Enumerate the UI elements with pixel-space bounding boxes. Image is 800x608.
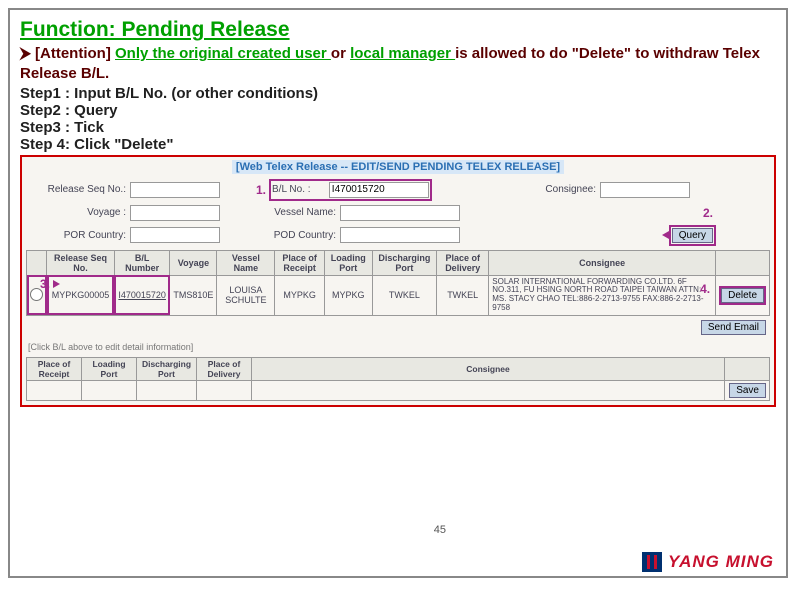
brand-text: YANG MING (668, 552, 774, 572)
link-local-manager: local manager (350, 45, 455, 62)
link-original-user: Only the original created user (115, 45, 331, 62)
cell-load: MYPKG (324, 275, 372, 315)
delete-button[interactable]: Delete (721, 288, 764, 303)
page-title: Function: Pending Release (10, 10, 786, 44)
vessel-input[interactable] (340, 205, 460, 221)
cell-bl-link[interactable]: I470015720 (118, 290, 166, 300)
slide: Function: Pending Release ⮞ [Attention] … (8, 8, 788, 578)
row-radio[interactable] (30, 288, 43, 301)
th-vessel: Vessel Name (217, 250, 275, 275)
app-window: [Web Telex Release -- EDIT/SEND PENDING … (20, 155, 776, 407)
label-bl-no: B/L No. : (272, 184, 322, 195)
step-1: Step1 : Input B/L No. (or other conditio… (10, 85, 786, 102)
cell-consignee: SOLAR INTERNATIONAL FORWARDING CO.LTD. 6… (489, 275, 716, 315)
cell-vessel: LOUISA SCHULTE (217, 275, 275, 315)
attention-lead: ⮞ [Attention] (20, 45, 115, 62)
th-load: Loading Port (324, 250, 372, 275)
attention-line: ⮞ [Attention] Only the original created … (10, 44, 786, 85)
cell-dis: TWKEL (372, 275, 437, 315)
results-table: Release Seq No. B/L Number Voyage Vessel… (26, 250, 770, 316)
hint-text: [Click B/L above to edit detail informat… (26, 339, 770, 355)
th-del: Place of Delivery (437, 250, 489, 275)
cell-por: MYPKG (275, 275, 325, 315)
th-bl: B/L Number (114, 250, 169, 275)
lower-table: Place of Receipt Loading Port Dischargin… (26, 357, 770, 401)
th-dis: Discharging Port (372, 250, 437, 275)
th-seq: Release Seq No. (47, 250, 115, 275)
step-4: Step 4: Click "Delete" (10, 136, 786, 153)
consignee-input[interactable] (600, 182, 690, 198)
send-email-button[interactable]: Send Email (701, 320, 766, 335)
release-seq-input[interactable] (130, 182, 220, 198)
arrow-to-query (662, 231, 669, 239)
th-cons: Consignee (489, 250, 716, 275)
table-row: MYPKG00005 I470015720 TMS810E LOUISA SCH… (27, 275, 770, 315)
callout-4: 4. (700, 282, 710, 296)
query-button[interactable]: Query (672, 228, 713, 243)
lth-load: Loading Port (82, 357, 137, 380)
app-title: [Web Telex Release -- EDIT/SEND PENDING … (26, 161, 770, 173)
callout-2: 2. (703, 206, 713, 220)
save-button[interactable]: Save (729, 383, 766, 398)
lth-cons: Consignee (252, 357, 725, 380)
label-release-seq: Release Seq No.: (26, 184, 126, 195)
page-number: 45 (434, 524, 446, 536)
brand-logo: YANG MING (642, 552, 774, 572)
th-voyage: Voyage (170, 250, 217, 275)
label-consignee: Consignee: (516, 184, 596, 195)
logo-icon (642, 552, 662, 572)
cell-voyage: TMS810E (170, 275, 217, 315)
th-por: Place of Receipt (275, 250, 325, 275)
lth-por: Place of Receipt (27, 357, 82, 380)
lth-dis: Discharging Port (137, 357, 197, 380)
step-2: Step2 : Query (10, 102, 786, 119)
label-voyage: Voyage : (26, 207, 126, 218)
label-vessel: Vessel Name: (256, 207, 336, 218)
lth-del: Place of Delivery (197, 357, 252, 380)
label-pod-country: POD Country: (256, 230, 336, 241)
cell-del: TWKEL (437, 275, 489, 315)
por-country-input[interactable] (130, 227, 220, 243)
label-por-country: POR Country: (26, 230, 126, 241)
pod-country-input[interactable] (340, 227, 460, 243)
bl-no-input[interactable] (329, 182, 429, 198)
attention-mid: or (331, 45, 350, 62)
voyage-input[interactable] (130, 205, 220, 221)
callout-1: 1. (256, 183, 266, 197)
step-3: Step3 : Tick (10, 119, 786, 136)
